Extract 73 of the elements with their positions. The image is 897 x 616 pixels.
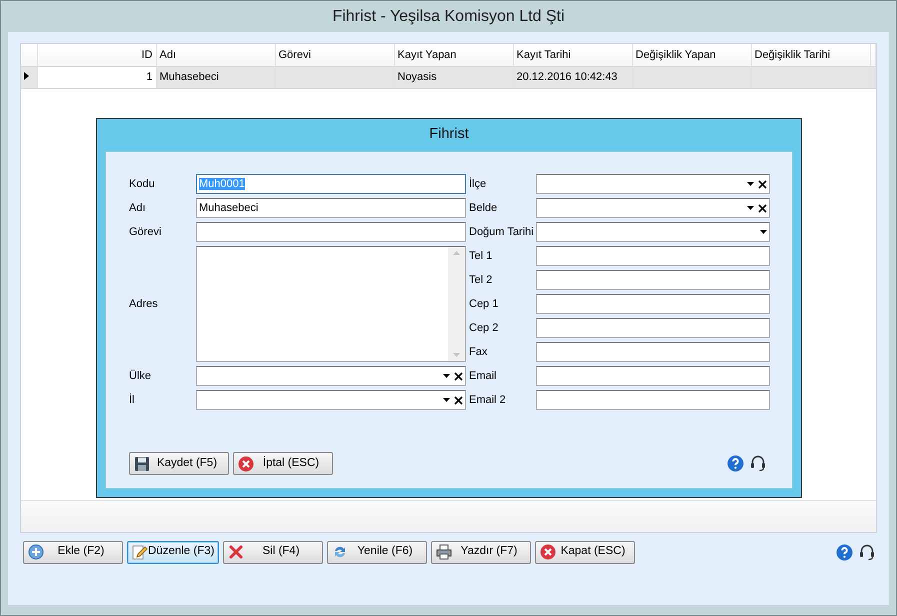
field-label: Ülke [129,368,152,384]
field-label: Adı [129,200,147,216]
cross-icon [228,544,244,560]
combo-box[interactable] [196,390,466,410]
input-field[interactable]: Muhasebeci [196,198,466,218]
field-label: Fax [469,344,488,360]
toolbar-button[interactable]: Yazdır (F7) [431,540,531,564]
field-label: İlçe [469,176,488,192]
toolbar-button[interactable]: Yenile (F6) [327,540,427,564]
field-label: İl [129,392,136,408]
field-label: Adres [129,296,159,312]
printer-icon [436,544,452,560]
table-cell: Noyasis [398,70,437,83]
help-icon[interactable] [727,455,744,472]
clear-icon[interactable] [758,180,767,188]
clear-icon[interactable] [758,204,767,212]
dropdown-caret-icon[interactable] [760,230,767,234]
field-label: Email [469,368,498,384]
headset-icon[interactable] [859,544,875,560]
toolbar-button[interactable]: Sil (F4) [223,540,323,564]
dropdown-caret-icon[interactable] [747,206,754,210]
combo-box[interactable] [196,366,466,386]
toolbar-button[interactable]: Kapat (ESC) [535,540,635,564]
table-cell: Muhasebeci [160,70,219,83]
toolbar-button[interactable]: Düzenle (F3) [127,540,219,564]
column-header[interactable]: Kayıt Tarihi [513,44,632,66]
plus-icon [28,544,44,560]
input-field[interactable] [196,222,466,242]
field-label: Belde [469,200,498,216]
close-icon [238,456,254,472]
field-label: Doğum Tarihi [469,224,535,240]
combo-box[interactable] [536,174,770,194]
field-label: Cep 1 [469,296,500,312]
field-label: Tel 2 [469,272,494,288]
dropdown-caret-icon[interactable] [747,182,754,186]
dialog-title: Fihrist [428,125,470,144]
input-field[interactable] [536,270,770,290]
input-field[interactable] [536,366,770,386]
date-picker[interactable] [536,222,770,242]
input-field[interactable] [536,318,770,338]
clear-icon[interactable] [454,396,463,404]
dropdown-caret-icon[interactable] [443,398,450,402]
column-header[interactable]: Görevi [275,44,394,66]
field-label: Email 2 [469,392,507,408]
toolbar-button[interactable]: Kaydet (F5) [129,452,229,475]
column-header[interactable]: Değişiklik Tarihi [751,44,870,66]
headset-icon[interactable] [750,455,766,472]
help-icon[interactable] [836,544,853,560]
table-cell: 1 [146,70,152,83]
input-field[interactable] [536,246,770,266]
table-cell: 20.12.2016 10:42:43 [516,70,618,83]
toolbar-button[interactable]: Ekle (F2) [23,540,123,564]
clear-icon[interactable] [454,372,463,380]
text-area[interactable] [196,246,466,362]
field-label: Kodu [129,176,156,192]
input-field[interactable] [536,294,770,314]
field-label: Tel 1 [469,248,494,264]
input-field[interactable] [536,342,770,362]
column-header[interactable]: Kayıt Yapan [394,44,513,66]
input-field[interactable] [536,390,770,410]
refresh-icon [332,544,348,560]
column-header[interactable]: ID [37,44,156,66]
toolbar-button[interactable]: İptal (ESC) [233,452,333,475]
field-label: Cep 2 [469,320,500,336]
dropdown-caret-icon[interactable] [443,374,450,378]
close-icon [540,544,556,560]
combo-box[interactable] [536,198,770,218]
column-header[interactable]: Değişiklik Yapan [632,44,751,66]
pencil-icon [132,544,148,560]
window-title: Fihrist - Yeşilsa Komisyon Ltd Şti [331,6,566,26]
floppy-icon [134,456,150,472]
field-label: Görevi [129,224,162,240]
column-header[interactable]: Adı [156,44,275,66]
